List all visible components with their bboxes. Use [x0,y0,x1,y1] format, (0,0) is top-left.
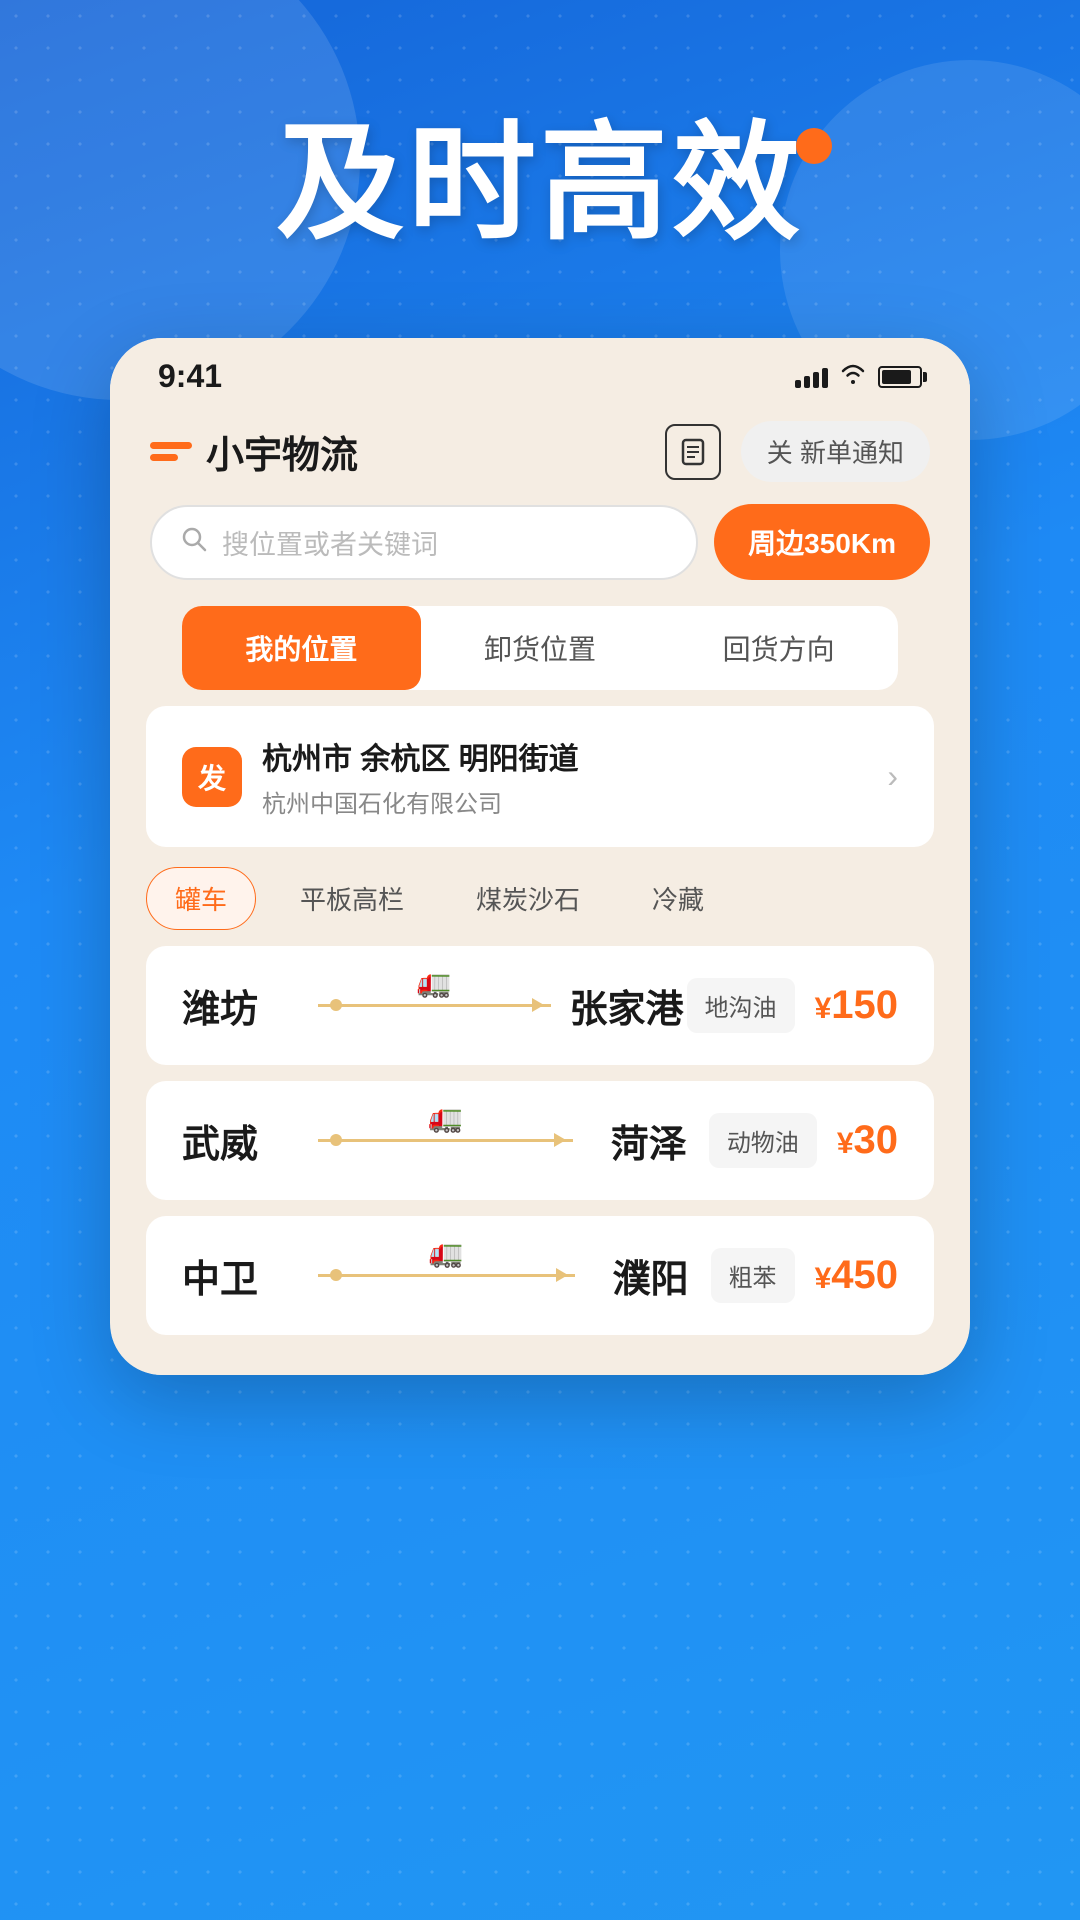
freight-from-3: 中卫 [182,1248,302,1303]
freight-arrow-1: 🚛 [302,1004,567,1007]
tags-row: 罐车 平板高栏 煤炭沙石 冷藏 [110,847,970,930]
search-bar[interactable]: 搜位置或者关键词 [150,505,698,580]
search-placeholder: 搜位置或者关键词 [222,523,438,562]
fa-badge: 发 [182,747,242,807]
freight-price-1: ¥150 [815,983,898,1028]
freight-to-2: 菏泽 [589,1113,709,1168]
freight-badge-3: 粗苯 [711,1248,795,1303]
header-right: 关 新单通知 [665,421,930,482]
tag-flatbed[interactable]: 平板高栏 [272,868,432,929]
search-container: 搜位置或者关键词 周边350Km [110,494,970,598]
location-main-text: 杭州市 余杭区 明阳街道 [262,734,579,778]
freight-to-3: 濮阳 [591,1248,711,1303]
freight-list: 潍坊 🚛 张家港 地沟油 ¥150 武威 🚛 菏泽 动物油 [110,930,970,1335]
search-icon [180,525,208,560]
tab-my-location[interactable]: 我的位置 [182,606,421,690]
app-logo: 小宇物流 [150,424,358,479]
chevron-right-icon: › [887,758,898,795]
freight-to-1: 张家港 [567,978,687,1033]
signal-icon [795,366,828,388]
freight-badge-2: 动物油 [709,1113,817,1168]
document-button[interactable] [665,424,721,480]
wifi-icon [840,363,866,391]
freight-from-2: 武威 [182,1113,302,1168]
app-header: 小宇物流 关 新单通知 [110,405,970,494]
tag-coal-sand[interactable]: 煤炭沙石 [448,868,608,929]
tab-unload-location[interactable]: 卸货位置 [421,606,660,690]
freight-arrow-2: 🚛 [302,1139,589,1142]
status-time: 9:41 [158,358,222,395]
status-icons [795,363,922,391]
notification-button[interactable]: 关 新单通知 [741,421,930,482]
tag-refrigerated[interactable]: 冷藏 [624,868,732,929]
app-name: 小宇物流 [206,424,358,479]
freight-item-3[interactable]: 中卫 🚛 濮阳 粗苯 ¥450 [146,1216,934,1335]
freight-from-1: 潍坊 [182,978,302,1033]
freight-badge-1: 地沟油 [687,978,795,1033]
nearby-button[interactable]: 周边350Km [714,504,930,580]
status-bar: 9:41 [110,338,970,405]
tag-tank-car[interactable]: 罐车 [146,867,256,930]
freight-price-3: ¥450 [815,1253,898,1298]
orange-dot-decoration [796,128,832,164]
phone-mockup: 9:41 [110,338,970,1375]
freight-item-1[interactable]: 潍坊 🚛 张家港 地沟油 ¥150 [146,946,934,1065]
location-sub-text: 杭州中国石化有限公司 [262,784,579,819]
logo-icon [150,442,192,461]
freight-arrow-3: 🚛 [302,1274,591,1277]
tab-return-direction[interactable]: 回货方向 [659,606,898,690]
hero-title: 及时高效 [276,120,804,248]
bottom-padding [110,1335,970,1375]
hero-section: 及时高效 [276,120,804,248]
notification-label: 关 新单通知 [767,433,904,470]
tab-bar: 我的位置 卸货位置 回货方向 [182,606,898,690]
battery-icon [878,366,922,388]
location-card[interactable]: 发 杭州市 余杭区 明阳街道 杭州中国石化有限公司 › [146,706,934,847]
freight-price-2: ¥30 [837,1118,898,1163]
freight-item-2[interactable]: 武威 🚛 菏泽 动物油 ¥30 [146,1081,934,1200]
